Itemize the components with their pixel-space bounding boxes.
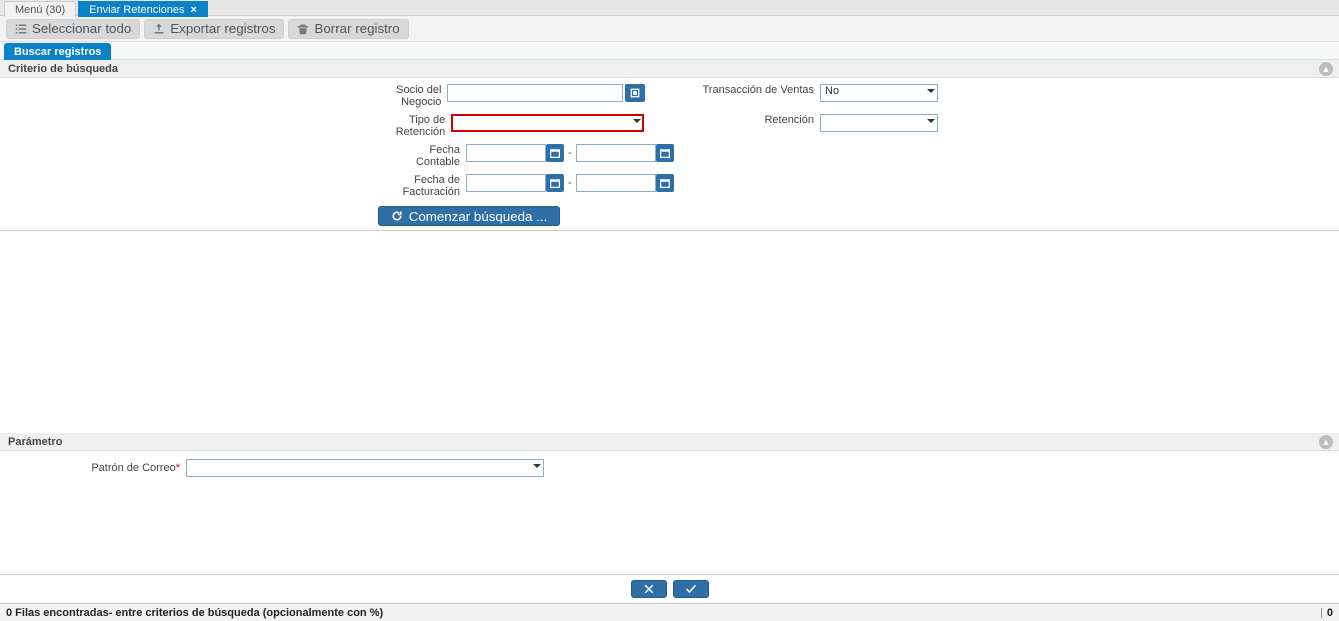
param-title: Parámetro	[8, 436, 62, 448]
begin-search-button[interactable]: Comenzar búsqueda ...	[378, 206, 561, 226]
export-button[interactable]: Exportar registros	[144, 19, 284, 39]
confirm-button[interactable]	[673, 580, 709, 598]
invdate-label: Fecha de Facturación	[0, 174, 466, 198]
action-bar	[0, 575, 1339, 603]
collapse-icon[interactable]: ▲	[1319, 435, 1333, 449]
x-icon	[642, 583, 656, 595]
subtab-buscar-registros[interactable]: Buscar registros	[4, 43, 111, 61]
cancel-button[interactable]	[631, 580, 667, 598]
check-icon	[684, 583, 698, 595]
criteria-title: Criterio de búsqueda	[8, 63, 118, 75]
salestrx-combo[interactable]: No	[820, 84, 938, 102]
app-tabs-bar: Menú (30) Enviar Retenciones ×	[0, 0, 1339, 16]
delete-label: Borrar registro	[314, 21, 399, 36]
subtabs-row: Buscar registros	[0, 42, 1339, 60]
calendar-icon	[660, 148, 670, 158]
invdate-from-input[interactable]	[466, 174, 546, 192]
lookup-icon	[630, 88, 640, 98]
param-header: Parámetro ▲	[0, 433, 1339, 451]
trash-icon	[297, 23, 309, 35]
criteria-body: Socio del Negocio Transacción de Ventas …	[0, 78, 1339, 231]
acctdate-to-calendar-button[interactable]	[656, 144, 674, 162]
begin-search-label: Comenzar búsqueda ...	[409, 209, 548, 224]
refresh-icon	[391, 210, 403, 222]
acctdate-label: Fecha Contable	[0, 144, 466, 168]
calendar-icon	[550, 148, 560, 158]
delete-button[interactable]: Borrar registro	[288, 19, 408, 39]
param-body: Patrón de Correo*	[0, 451, 1339, 575]
status-bar: 0 Filas encontradas- entre criterios de …	[0, 603, 1339, 621]
export-icon	[153, 23, 165, 35]
calendar-icon	[550, 178, 560, 188]
list-icon	[15, 23, 27, 35]
tab-menu-label: Menú (30)	[15, 4, 65, 16]
rettype-combo[interactable]	[451, 114, 644, 132]
tab-enviar-retenciones-label: Enviar Retenciones	[89, 4, 184, 16]
status-separator: |	[1320, 607, 1323, 619]
status-count: 0	[1327, 607, 1333, 619]
acctdate-from-calendar-button[interactable]	[546, 144, 564, 162]
bp-lookup-button[interactable]	[625, 84, 645, 102]
toolbar: Seleccionar todo Exportar registros Borr…	[0, 16, 1339, 42]
select-all-label: Seleccionar todo	[32, 21, 131, 36]
export-label: Exportar registros	[170, 21, 275, 36]
invdate-from-calendar-button[interactable]	[546, 174, 564, 192]
criteria-header: Criterio de búsqueda ▲	[0, 60, 1339, 78]
salestrx-value: No	[823, 85, 839, 97]
mail-pattern-label: Patrón de Correo*	[0, 462, 186, 474]
invdate-to-calendar-button[interactable]	[656, 174, 674, 192]
tab-enviar-retenciones[interactable]: Enviar Retenciones ×	[78, 1, 208, 17]
close-icon[interactable]: ×	[191, 4, 197, 16]
bp-input[interactable]	[447, 84, 623, 102]
mail-pattern-combo[interactable]	[186, 459, 544, 477]
collapse-icon[interactable]: ▲	[1319, 62, 1333, 76]
rettype-label: Tipo de Retención	[0, 114, 451, 138]
subtab-label: Buscar registros	[14, 46, 101, 58]
retention-combo[interactable]	[820, 114, 938, 132]
retention-label: Retención	[684, 114, 820, 126]
calendar-icon	[660, 178, 670, 188]
invdate-to-input[interactable]	[576, 174, 656, 192]
date-range-separator: -	[568, 147, 572, 159]
acctdate-from-input[interactable]	[466, 144, 546, 162]
date-range-separator: -	[568, 177, 572, 189]
bp-label: Socio del Negocio	[0, 84, 447, 108]
acctdate-to-input[interactable]	[576, 144, 656, 162]
status-rows-text: 0 Filas encontradas- entre criterios de …	[6, 607, 383, 619]
tab-menu[interactable]: Menú (30)	[4, 1, 76, 17]
select-all-button[interactable]: Seleccionar todo	[6, 19, 140, 39]
salestrx-label: Transacción de Ventas	[685, 84, 820, 96]
